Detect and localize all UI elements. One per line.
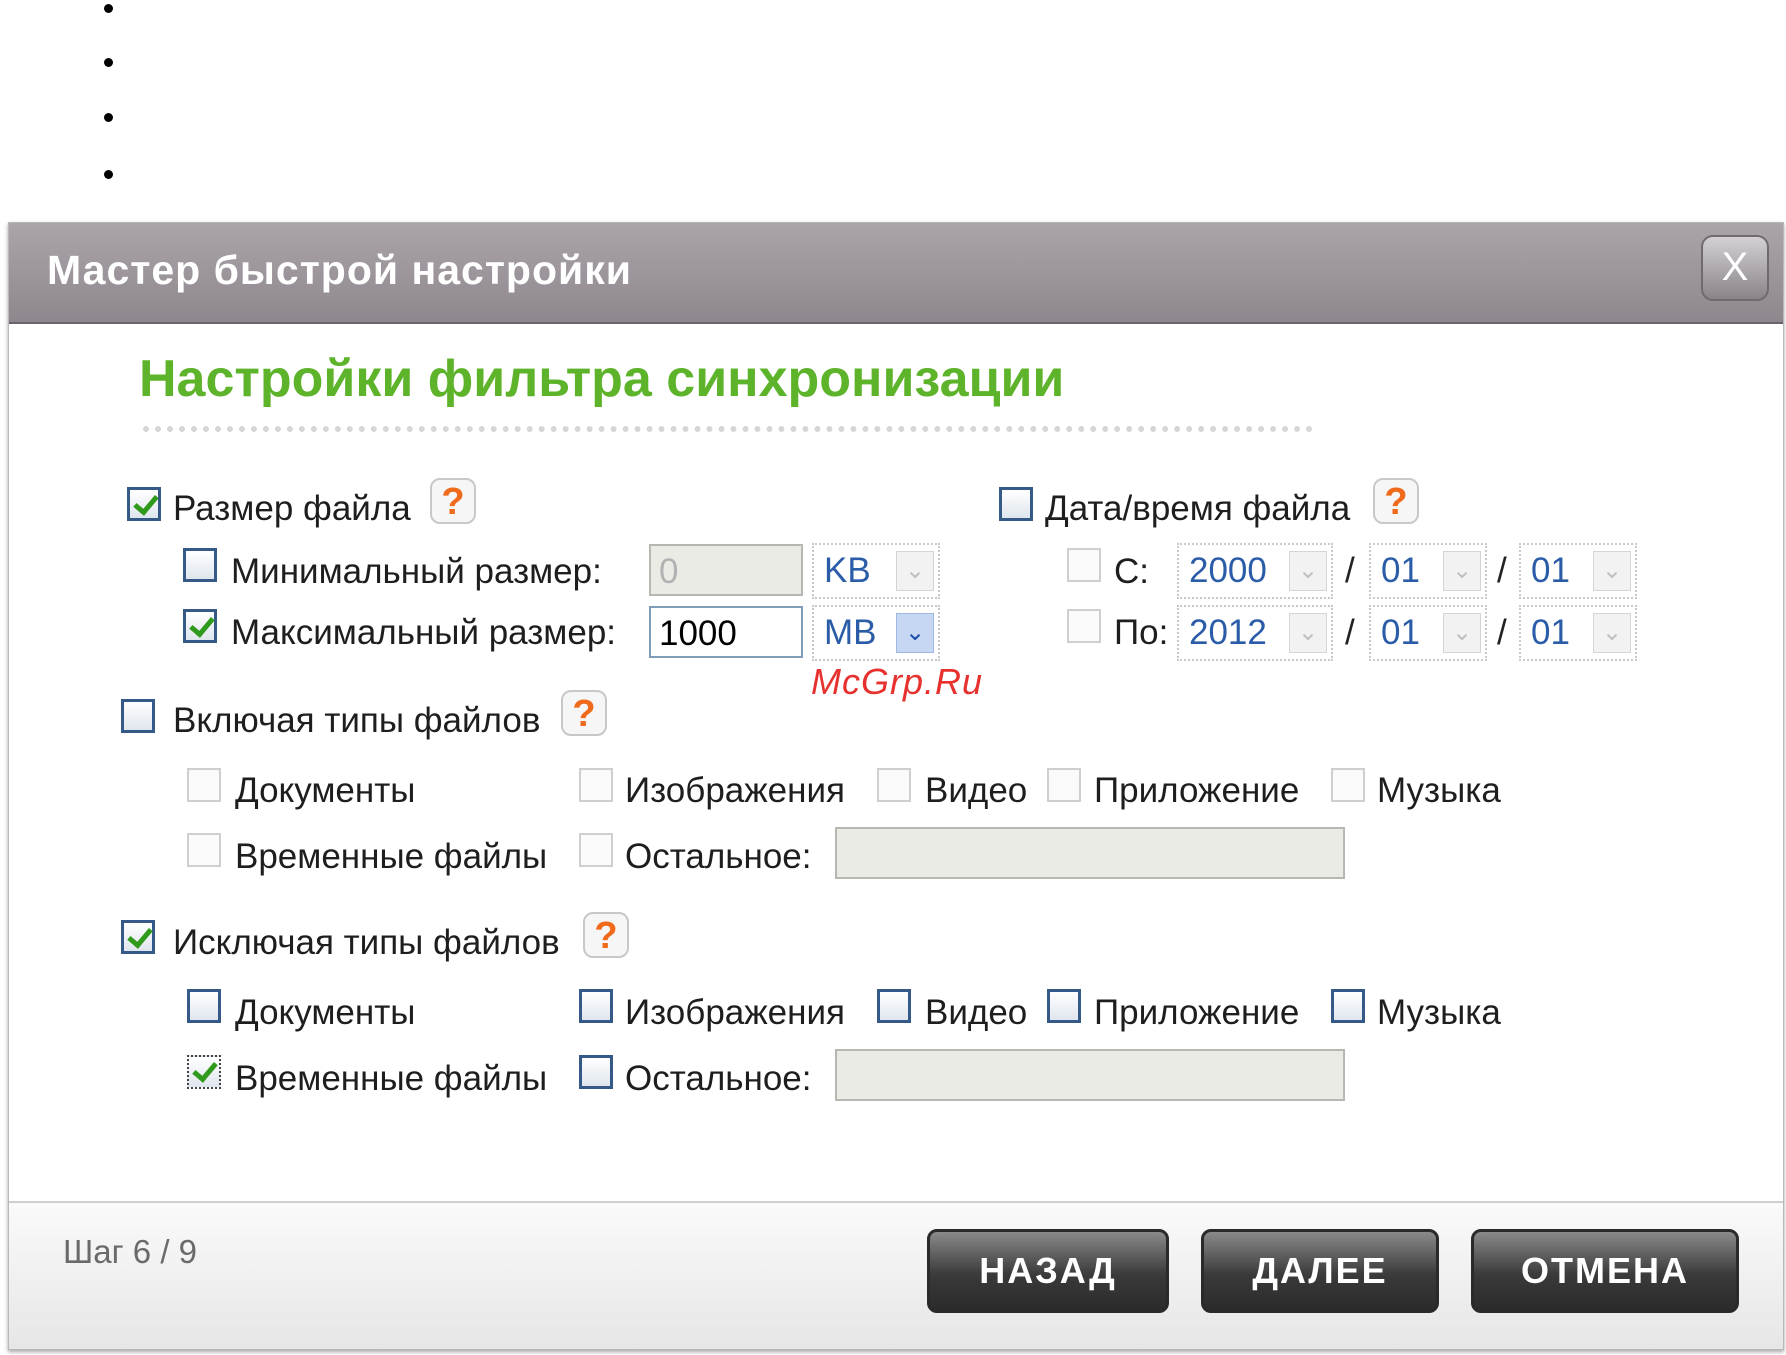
- exclude-music-label: Музыка: [1377, 993, 1501, 1032]
- exclude-images-label: Изображения: [625, 993, 845, 1032]
- step-indicator: Шаг 6 / 9: [63, 1233, 198, 1270]
- dialog-footer: Шаг 6 / 9 НАЗАД ДАЛЕЕ ОТМЕНА: [9, 1201, 1783, 1349]
- chevron-down-icon[interactable]: ⌄: [1443, 613, 1481, 653]
- chevron-down-icon[interactable]: ⌄: [1593, 613, 1631, 653]
- date-to-day-select[interactable]: 01 ⌄: [1519, 605, 1637, 661]
- date-from-month-value: 01: [1381, 551, 1420, 590]
- chevron-down-icon[interactable]: ⌄: [896, 551, 934, 591]
- exclude-other-checkbox[interactable]: [579, 1055, 613, 1089]
- min-size-unit-select[interactable]: KB ⌄: [812, 543, 940, 599]
- exclude-application-checkbox[interactable]: [1047, 989, 1081, 1023]
- exclude-other-label: Остальное:: [625, 1059, 812, 1098]
- exclude-documents-label: Документы: [235, 993, 416, 1032]
- file-size-checkbox[interactable]: [127, 487, 161, 521]
- date-from-month-select[interactable]: 01 ⌄: [1369, 543, 1487, 599]
- min-size-label: Минимальный размер:: [231, 552, 602, 591]
- exclude-video-label: Видео: [925, 993, 1028, 1032]
- exclude-video-checkbox[interactable]: [877, 989, 911, 1023]
- quick-setup-dialog: Мастер быстрой настройки X Настройки фил…: [8, 222, 1784, 1350]
- date-from-checkbox[interactable]: [1067, 548, 1101, 582]
- help-icon[interactable]: ?: [1373, 478, 1419, 524]
- cancel-button[interactable]: ОТМЕНА: [1471, 1229, 1739, 1313]
- include-video-checkbox[interactable]: [877, 768, 911, 802]
- include-images-checkbox[interactable]: [579, 768, 613, 802]
- date-from-day-select[interactable]: 01 ⌄: [1519, 543, 1637, 599]
- include-video-label: Видео: [925, 771, 1028, 810]
- include-documents-label: Документы: [235, 771, 416, 810]
- file-date-label: Дата/время файла: [1045, 489, 1351, 528]
- include-music-checkbox[interactable]: [1331, 768, 1365, 802]
- next-button[interactable]: ДАЛЕЕ: [1201, 1229, 1439, 1313]
- include-documents-checkbox[interactable]: [187, 768, 221, 802]
- bullet: [104, 113, 113, 122]
- max-size-unit-select[interactable]: MB ⌄: [812, 605, 940, 661]
- min-size-checkbox[interactable]: [183, 548, 217, 582]
- dialog-title: Мастер быстрой настройки: [47, 247, 632, 293]
- include-temp-label: Временные файлы: [235, 837, 548, 876]
- bullet: [104, 58, 113, 67]
- min-size-input[interactable]: 0: [649, 544, 803, 596]
- watermark: McGrp.Ru: [811, 661, 984, 702]
- include-other-input[interactable]: [835, 827, 1345, 879]
- help-icon[interactable]: ?: [430, 478, 476, 524]
- help-icon[interactable]: ?: [583, 912, 629, 958]
- date-to-checkbox[interactable]: [1067, 609, 1101, 643]
- include-music-label: Музыка: [1377, 771, 1501, 810]
- date-to-label: По:: [1114, 613, 1169, 652]
- include-other-checkbox[interactable]: [579, 833, 613, 867]
- exclude-types-checkbox[interactable]: [121, 920, 155, 954]
- max-size-unit-value: MB: [824, 613, 877, 652]
- min-size-unit-value: KB: [824, 551, 871, 590]
- date-separator: /: [1497, 613, 1507, 652]
- exclude-temp-label: Временные файлы: [235, 1059, 548, 1098]
- chevron-down-icon[interactable]: ⌄: [1593, 551, 1631, 591]
- exclude-other-input[interactable]: [835, 1049, 1345, 1101]
- file-size-label: Размер файла: [173, 489, 411, 528]
- bullet: [104, 170, 113, 179]
- chevron-down-icon[interactable]: ⌄: [896, 613, 934, 653]
- max-size-input[interactable]: 1000: [649, 606, 803, 658]
- dialog-titlebar: Мастер быстрой настройки X: [9, 223, 1783, 324]
- bullet: [104, 4, 113, 13]
- exclude-temp-checkbox[interactable]: [187, 1055, 221, 1089]
- exclude-documents-checkbox[interactable]: [187, 989, 221, 1023]
- date-from-year-value: 2000: [1189, 551, 1267, 590]
- chevron-down-icon[interactable]: ⌄: [1289, 551, 1327, 591]
- dotted-divider: [143, 426, 1313, 432]
- include-images-label: Изображения: [625, 771, 845, 810]
- exclude-application-label: Приложение: [1094, 993, 1300, 1032]
- exclude-types-label: Исключая типы файлов: [173, 923, 560, 962]
- date-from-year-select[interactable]: 2000 ⌄: [1177, 543, 1333, 599]
- chevron-down-icon[interactable]: ⌄: [1289, 613, 1327, 653]
- include-temp-checkbox[interactable]: [187, 833, 221, 867]
- include-application-checkbox[interactable]: [1047, 768, 1081, 802]
- exclude-images-checkbox[interactable]: [579, 989, 613, 1023]
- max-size-checkbox[interactable]: [183, 609, 217, 643]
- max-size-label: Максимальный размер:: [231, 613, 617, 652]
- date-to-month-select[interactable]: 01 ⌄: [1369, 605, 1487, 661]
- date-from-label: С:: [1114, 552, 1149, 591]
- help-icon[interactable]: ?: [561, 690, 607, 736]
- back-button[interactable]: НАЗАД: [927, 1229, 1169, 1313]
- date-from-day-value: 01: [1531, 551, 1570, 590]
- page-title: Настройки фильтра синхронизации: [139, 350, 1065, 408]
- date-separator: /: [1345, 551, 1355, 590]
- date-separator: /: [1345, 613, 1355, 652]
- date-to-day-value: 01: [1531, 613, 1570, 652]
- date-to-year-select[interactable]: 2012 ⌄: [1177, 605, 1333, 661]
- chevron-down-icon[interactable]: ⌄: [1443, 551, 1481, 591]
- date-to-month-value: 01: [1381, 613, 1420, 652]
- date-separator: /: [1497, 551, 1507, 590]
- date-to-year-value: 2012: [1189, 613, 1267, 652]
- include-types-label: Включая типы файлов: [173, 701, 541, 740]
- file-date-checkbox[interactable]: [999, 487, 1033, 521]
- exclude-music-checkbox[interactable]: [1331, 989, 1365, 1023]
- include-other-label: Остальное:: [625, 837, 812, 876]
- include-application-label: Приложение: [1094, 771, 1300, 810]
- close-button[interactable]: X: [1701, 235, 1769, 301]
- include-types-checkbox[interactable]: [121, 699, 155, 733]
